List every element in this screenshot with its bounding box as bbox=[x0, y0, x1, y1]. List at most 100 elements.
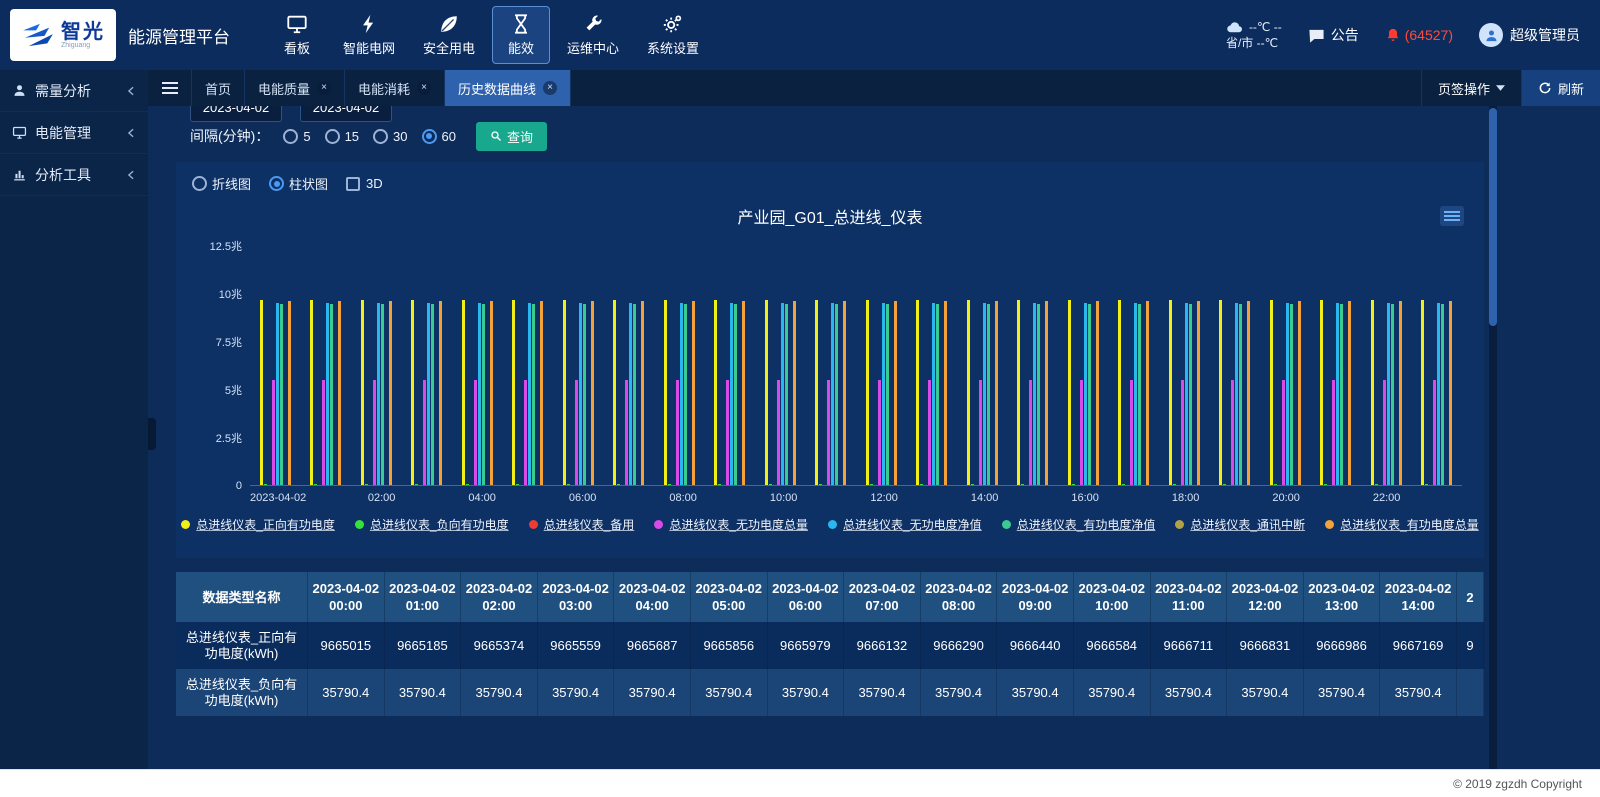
tab-电能质量[interactable]: 电能质量× bbox=[245, 70, 345, 106]
tab-close-icon[interactable]: × bbox=[417, 81, 431, 95]
end-date-input[interactable]: 2023-04-02 bbox=[300, 106, 392, 122]
sidebar-item-需量分析[interactable]: 需量分析 bbox=[0, 70, 148, 112]
bar-group bbox=[402, 246, 453, 485]
legend-item[interactable]: 总进线仪表_有功电度净值 bbox=[1002, 516, 1156, 533]
x-axis-label: 04:00 bbox=[457, 492, 507, 504]
table-header-cell: 2023-04-02 08:00 bbox=[921, 572, 998, 622]
table-row: 总进线仪表_正向有功电度(kWh)96650159665185966537496… bbox=[176, 622, 1484, 669]
chart-plot bbox=[250, 246, 1462, 486]
tab-operations-dropdown[interactable]: 页签操作 bbox=[1421, 70, 1521, 106]
start-date-input[interactable]: 2023-04-02 bbox=[190, 106, 282, 122]
nav-item-运维中心[interactable]: 运维中心 bbox=[556, 6, 630, 64]
table-row: 总进线仪表_负向有功电度(kWh)35790.435790.435790.435… bbox=[176, 669, 1484, 716]
sidebar-item-分析工具[interactable]: 分析工具 bbox=[0, 154, 148, 196]
chart-type-radio-柱状图[interactable]: 柱状图 bbox=[269, 174, 328, 193]
interval-radio-60[interactable]: 60 bbox=[422, 129, 456, 144]
bar bbox=[326, 303, 329, 485]
chevron-left-icon bbox=[126, 170, 136, 180]
alarm-button[interactable]: (64527) bbox=[1385, 27, 1453, 44]
bar bbox=[1270, 300, 1273, 485]
bar bbox=[1033, 303, 1036, 485]
bar bbox=[1122, 484, 1125, 485]
x-axis-label bbox=[1110, 492, 1160, 504]
bar bbox=[1173, 484, 1176, 485]
legend-item[interactable]: 总进线仪表_备用 bbox=[529, 516, 635, 533]
sidebar-toggle-button[interactable] bbox=[148, 70, 192, 106]
chart-type-radio-折线图[interactable]: 折线图 bbox=[192, 174, 251, 193]
main-nav: 看板智能电网安全用电能效 运维中心系统设置 bbox=[268, 6, 710, 64]
vertical-scrollbar[interactable] bbox=[1489, 106, 1497, 769]
chart-context-menu-button[interactable] bbox=[1440, 206, 1464, 226]
bar bbox=[381, 304, 384, 485]
legend-item[interactable]: 总进线仪表_有功电度总量 bbox=[1325, 516, 1479, 533]
legend-item[interactable]: 总进线仪表_无功电度净值 bbox=[828, 516, 982, 533]
chart-type-row: 折线图柱状图 3D bbox=[192, 174, 383, 193]
bar bbox=[1130, 380, 1133, 485]
bell-icon bbox=[1385, 27, 1401, 44]
tab-历史数据曲线[interactable]: 历史数据曲线 × bbox=[445, 70, 571, 106]
table-header-cell: 2023-04-02 09:00 bbox=[997, 572, 1074, 622]
tab-close-icon[interactable]: × bbox=[317, 81, 331, 95]
announcement-button[interactable]: 公告 bbox=[1308, 25, 1359, 45]
x-axis-label bbox=[306, 492, 356, 504]
interval-radio-30[interactable]: 30 bbox=[373, 129, 407, 144]
nav-item-label: 能效 bbox=[508, 38, 534, 57]
legend-item[interactable]: 总进线仪表_正向有功电度 bbox=[181, 516, 335, 533]
value-cell: 9665979 bbox=[768, 622, 845, 669]
search-icon bbox=[490, 130, 502, 142]
legend-label: 总进线仪表_有功电度净值 bbox=[1017, 516, 1156, 533]
tab-电能消耗[interactable]: 电能消耗× bbox=[345, 70, 445, 106]
bar bbox=[1045, 301, 1048, 485]
interval-radio-15[interactable]: 15 bbox=[325, 129, 359, 144]
query-button[interactable]: 查询 bbox=[476, 122, 547, 151]
sidebar-collapse-handle[interactable] bbox=[148, 418, 156, 450]
nav-item-智能电网[interactable]: 智能电网 bbox=[332, 6, 406, 64]
radio-icon bbox=[192, 176, 207, 191]
user-menu[interactable]: 超级管理员 bbox=[1479, 23, 1580, 47]
legend-item[interactable]: 总进线仪表_无功电度总量 bbox=[654, 516, 808, 533]
bar bbox=[987, 304, 990, 485]
bar-group bbox=[705, 246, 756, 485]
bar bbox=[1247, 301, 1250, 485]
bar bbox=[373, 380, 376, 485]
legend-marker bbox=[1325, 520, 1334, 529]
table-header-cell: 2023-04-02 05:00 bbox=[691, 572, 768, 622]
interval-radio-5[interactable]: 5 bbox=[283, 129, 310, 144]
table-header-cell-clipped: 2 bbox=[1457, 572, 1484, 622]
value-cell: 9665185 bbox=[385, 622, 462, 669]
bar bbox=[676, 380, 679, 485]
y-axis: 02.5兆5兆7.5兆10兆12.5兆 bbox=[176, 246, 242, 486]
bar-group bbox=[856, 246, 907, 485]
nav-item-看板[interactable]: 看板 bbox=[268, 6, 326, 64]
bar bbox=[1437, 303, 1440, 485]
bar bbox=[967, 300, 970, 485]
sidebar-item-电能管理[interactable]: 电能管理 bbox=[0, 112, 148, 154]
refresh-button[interactable]: 刷新 bbox=[1521, 70, 1600, 106]
scrollbar-thumb[interactable] bbox=[1489, 108, 1497, 326]
legend-item[interactable]: 总进线仪表_通讯中断 bbox=[1175, 516, 1305, 533]
bar-group bbox=[1260, 246, 1311, 485]
bar bbox=[490, 301, 493, 485]
bar bbox=[971, 484, 974, 485]
person-icon bbox=[12, 83, 27, 98]
legend-item[interactable]: 总进线仪表_负向有功电度 bbox=[355, 516, 509, 533]
bar bbox=[1118, 300, 1121, 485]
tab-首页[interactable]: 首页 bbox=[192, 70, 245, 106]
tab-label: 历史数据曲线 bbox=[458, 79, 536, 98]
x-axis-label bbox=[1412, 492, 1462, 504]
legend-label: 总进线仪表_备用 bbox=[544, 516, 635, 533]
bar-group bbox=[907, 246, 958, 485]
nav-item-系统设置[interactable]: 系统设置 bbox=[636, 6, 710, 64]
tab-close-icon[interactable]: × bbox=[543, 81, 557, 95]
radio-icon bbox=[325, 129, 340, 144]
bar-chart-icon bbox=[12, 167, 27, 182]
nav-item-能效[interactable]: 能效 bbox=[492, 6, 550, 64]
value-cell: 35790.4 bbox=[1151, 669, 1228, 716]
nav-item-安全用电[interactable]: 安全用电 bbox=[412, 6, 486, 64]
bar bbox=[894, 301, 897, 485]
bar bbox=[1383, 380, 1386, 485]
bar bbox=[1017, 300, 1020, 485]
bar-group bbox=[1109, 246, 1160, 485]
3d-checkbox[interactable]: 3D bbox=[346, 176, 383, 191]
bar bbox=[330, 304, 333, 485]
